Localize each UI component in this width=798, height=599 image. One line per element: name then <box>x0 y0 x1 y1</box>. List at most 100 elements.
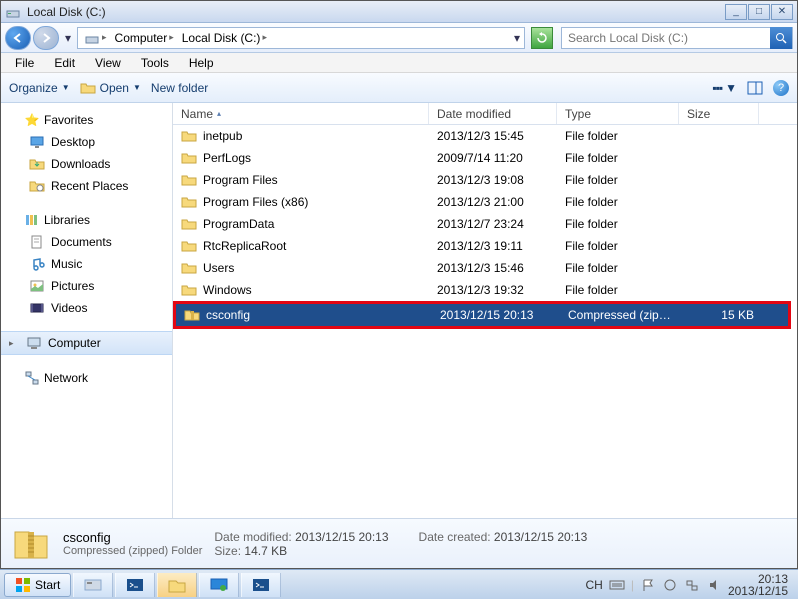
history-dropdown[interactable]: ▾ <box>61 26 75 50</box>
folder-icon <box>181 128 197 144</box>
clock[interactable]: 20:13 2013/12/15 <box>728 573 788 597</box>
breadcrumb[interactable]: ▸ Computer▸ Local Disk (C:)▸ ▾ <box>77 27 525 49</box>
taskbar: Start CH | 20:13 2013/12/15 <box>0 569 798 599</box>
sidebar-item-desktop[interactable]: Desktop <box>1 131 172 153</box>
folder-open-icon <box>80 80 96 96</box>
col-type[interactable]: Type <box>557 103 679 124</box>
language-indicator[interactable]: CH <box>585 578 602 592</box>
col-name[interactable]: Name▴ <box>173 103 429 124</box>
search-box[interactable] <box>561 27 793 49</box>
organize-button[interactable]: Organize▼ <box>9 81 70 95</box>
folder-icon <box>181 282 197 298</box>
sidebar-favorites[interactable]: ⭐Favorites <box>1 109 172 131</box>
sidebar-item-downloads[interactable]: Downloads <box>1 153 172 175</box>
windows-icon <box>15 577 31 593</box>
file-row[interactable]: Program Files (x86)2013/12/3 21:00File f… <box>173 191 797 213</box>
file-type: File folder <box>557 151 679 165</box>
file-row[interactable]: PerfLogs2009/7/14 11:20File folder <box>173 147 797 169</box>
file-date: 2013/12/3 15:45 <box>429 129 557 143</box>
minimize-button[interactable]: _ <box>725 4 747 20</box>
start-label: Start <box>35 578 60 592</box>
file-name: Program Files (x86) <box>203 195 308 209</box>
file-row[interactable]: RtcReplicaRoot2013/12/3 19:11File folder <box>173 235 797 257</box>
desktop-icon <box>29 134 45 150</box>
file-row[interactable]: csconfig 2013/12/15 20:13Compressed (zipp… <box>176 304 788 326</box>
preview-pane-button[interactable] <box>747 81 763 95</box>
breadcrumb-seg[interactable]: Local Disk (C:)▸ <box>178 31 271 45</box>
recent-icon <box>29 178 45 194</box>
folder-icon <box>181 194 197 210</box>
file-date: 2013/12/3 21:00 <box>429 195 557 209</box>
zip-icon <box>11 524 51 564</box>
menu-help[interactable]: Help <box>179 54 224 72</box>
menu-file[interactable]: File <box>5 54 44 72</box>
folder-icon <box>181 238 197 254</box>
file-type: File folder <box>557 261 679 275</box>
tray-icon[interactable] <box>662 577 678 593</box>
folder-icon <box>181 172 197 188</box>
navigation-bar: ▾ ▸ Computer▸ Local Disk (C:)▸ ▾ <box>1 23 797 53</box>
file-row[interactable]: inetpub2013/12/3 15:45File folder <box>173 125 797 147</box>
file-row[interactable]: ProgramData2013/12/7 23:24File folder <box>173 213 797 235</box>
search-button[interactable] <box>770 27 792 49</box>
view-options-button[interactable]: ▪▪▪▼ <box>712 81 737 95</box>
sidebar-item-pictures[interactable]: Pictures <box>1 275 172 297</box>
taskbar-powershell[interactable] <box>115 573 155 597</box>
col-date[interactable]: Date modified <box>429 103 557 124</box>
sidebar-network[interactable]: Network <box>1 367 172 389</box>
start-button[interactable]: Start <box>4 573 71 597</box>
forward-button[interactable] <box>33 26 59 50</box>
sidebar-libraries[interactable]: Libraries <box>1 209 172 231</box>
sidebar-item-music[interactable]: Music <box>1 253 172 275</box>
file-list[interactable]: inetpub2013/12/3 15:45File folderPerfLog… <box>173 125 797 518</box>
file-row[interactable]: Program Files2013/12/3 19:08File folder <box>173 169 797 191</box>
keyboard-icon[interactable] <box>609 577 625 593</box>
file-date: 2013/12/15 20:13 <box>432 308 560 322</box>
file-date: 2013/12/7 23:24 <box>429 217 557 231</box>
file-type: File folder <box>557 217 679 231</box>
details-type: Compressed (zipped) Folder <box>63 545 202 557</box>
taskbar-explorer[interactable] <box>157 573 197 597</box>
drive-icon <box>5 4 21 20</box>
search-input[interactable] <box>562 31 770 45</box>
sidebar-item-recent[interactable]: Recent Places <box>1 175 172 197</box>
file-type: File folder <box>557 173 679 187</box>
sidebar-computer[interactable]: ▸Computer <box>1 331 172 355</box>
col-size[interactable]: Size <box>679 103 759 124</box>
maximize-button[interactable]: □ <box>748 4 770 20</box>
sidebar-item-videos[interactable]: Videos <box>1 297 172 319</box>
refresh-button[interactable] <box>531 27 553 49</box>
breadcrumb-text: Computer <box>115 31 168 45</box>
file-type: File folder <box>557 129 679 143</box>
volume-icon[interactable] <box>706 577 722 593</box>
close-button[interactable]: ✕ <box>771 4 793 20</box>
titlebar: Local Disk (C:) _ □ ✕ <box>1 1 797 23</box>
breadcrumb-text: Local Disk (C:) <box>182 31 261 45</box>
breadcrumb-root[interactable]: ▸ <box>80 30 111 46</box>
file-row[interactable]: Windows2013/12/3 19:32File folder <box>173 279 797 301</box>
sidebar-item-documents[interactable]: Documents <box>1 231 172 253</box>
file-date: 2013/12/3 19:08 <box>429 173 557 187</box>
menu-view[interactable]: View <box>85 54 131 72</box>
folder-icon <box>181 150 197 166</box>
taskbar-server-manager[interactable] <box>73 573 113 597</box>
flag-icon[interactable] <box>640 577 656 593</box>
details-created: 2013/12/15 20:13 <box>494 530 587 544</box>
file-date: 2013/12/3 19:11 <box>429 239 557 253</box>
taskbar-powershell-2[interactable] <box>241 573 281 597</box>
explorer-window: Local Disk (C:) _ □ ✕ ▾ ▸ Computer▸ Loca… <box>0 0 798 569</box>
open-button[interactable]: Open▼ <box>80 80 141 96</box>
menu-tools[interactable]: Tools <box>131 54 179 72</box>
network-tray-icon[interactable] <box>684 577 700 593</box>
file-type: Compressed (zippe... <box>560 308 682 322</box>
menu-edit[interactable]: Edit <box>44 54 85 72</box>
back-button[interactable] <box>5 26 31 50</box>
breadcrumb-seg[interactable]: Computer▸ <box>111 31 178 45</box>
file-name: csconfig <box>206 308 250 322</box>
path-dropdown[interactable]: ▾ <box>510 26 524 50</box>
file-row[interactable]: Users2013/12/3 15:46File folder <box>173 257 797 279</box>
new-folder-button[interactable]: New folder <box>151 81 208 95</box>
details-modified: 2013/12/15 20:13 <box>295 530 388 544</box>
help-button[interactable]: ? <box>773 80 789 96</box>
taskbar-rdp[interactable] <box>199 573 239 597</box>
